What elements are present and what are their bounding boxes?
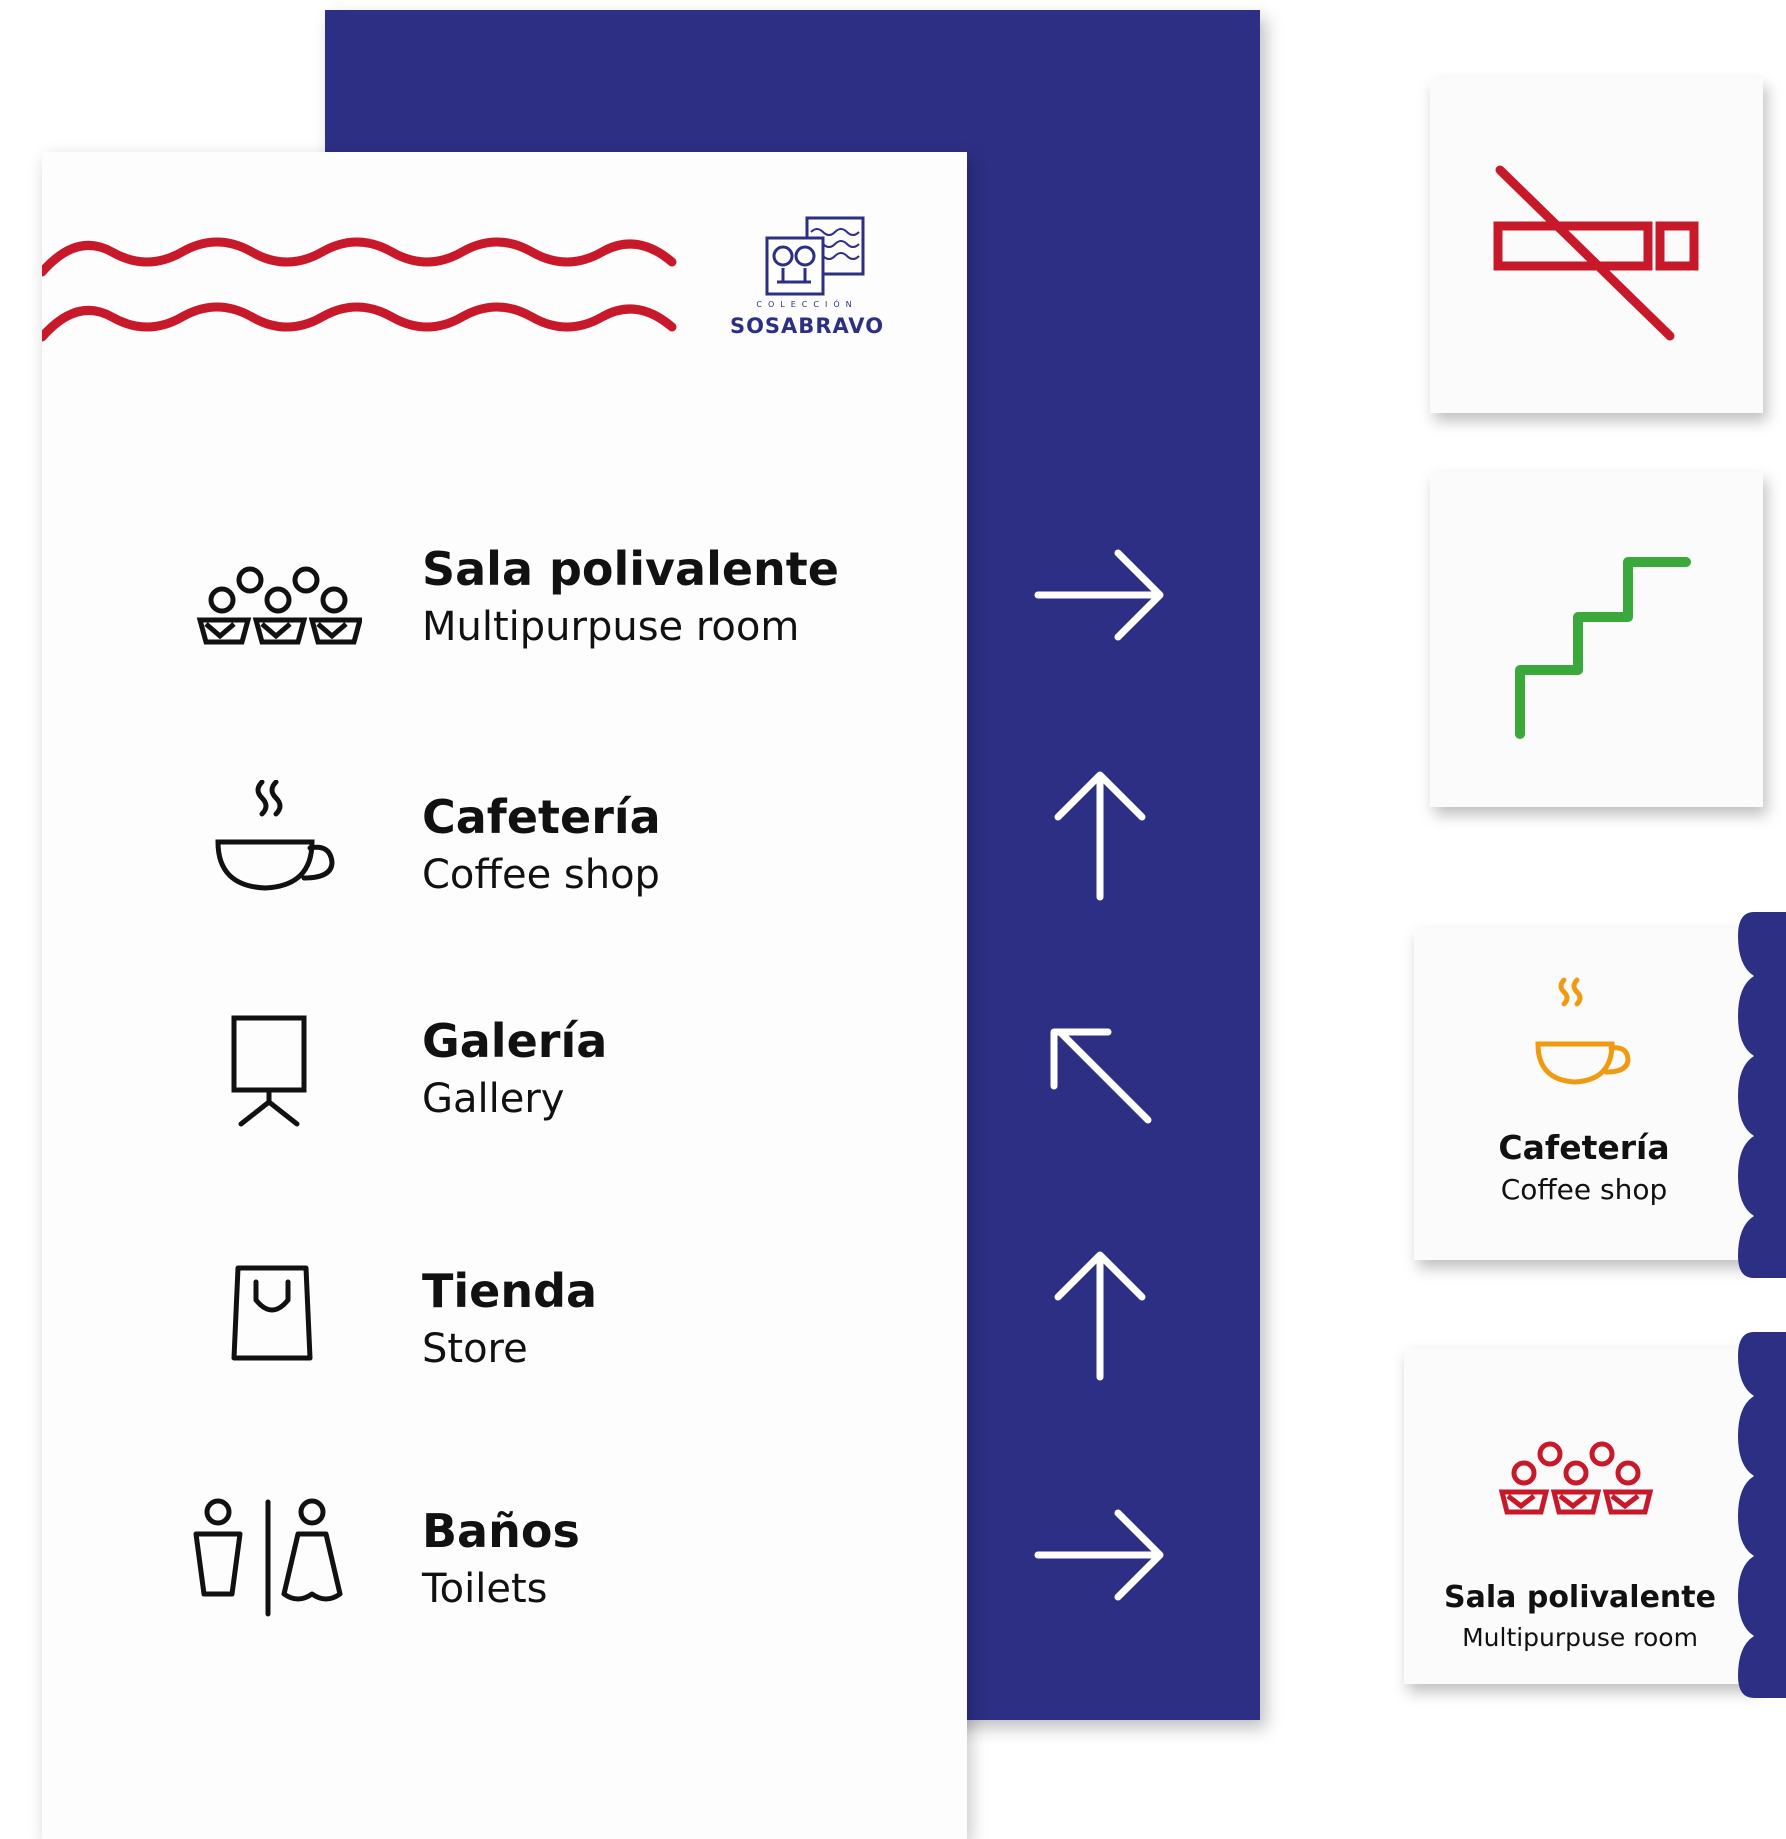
audience-icon	[1498, 1441, 1654, 1515]
no-smoking-icon	[1493, 165, 1699, 341]
audience-icon	[196, 566, 362, 645]
arrow-right-icon	[1034, 549, 1164, 641]
logo-collection-label: COLECCIÓN	[756, 300, 858, 309]
directory-row-cafeteria: Cafetería Coffee shop	[42, 780, 967, 920]
arrow-up-icon	[1054, 1251, 1146, 1381]
arrow-right-icon	[1034, 1509, 1164, 1601]
row-title: Sala polivalente	[422, 542, 839, 596]
row-title: Galería	[422, 1014, 608, 1068]
restroom-icon	[193, 1498, 343, 1617]
easel-icon	[231, 1015, 307, 1127]
red-waves-decoration	[42, 237, 677, 342]
no-smoking-sign	[1430, 78, 1763, 413]
sosabravo-logo: COLECCIÓN SOSABRAVO	[727, 210, 957, 350]
sala-polivalente-sign: Sala polivalente Multipurpuse room	[1404, 1348, 1756, 1684]
arrow-up-left-icon	[1050, 1028, 1152, 1124]
row-subtitle: Gallery	[422, 1076, 565, 1122]
cafeteria-sign: Cafetería Coffee shop	[1414, 928, 1754, 1260]
row-title: Cafetería	[422, 790, 661, 844]
signage-mockup: COLECCIÓN SOSABRAVO Sala polivalente Mul…	[0, 0, 1786, 1839]
tile-title: Cafetería	[1498, 1128, 1670, 1167]
tile-title: Sala polivalente	[1444, 1580, 1716, 1615]
row-subtitle: Multipurpuse room	[422, 604, 800, 650]
stairs-icon	[1515, 557, 1691, 739]
logo-mark-icon	[765, 216, 865, 296]
directory-row-banos: Baños Toilets	[42, 1494, 967, 1634]
coffee-cup-icon	[215, 780, 335, 891]
navy-scallop-edge	[1738, 1332, 1786, 1698]
directory-row-tienda: Tienda Store	[42, 1254, 967, 1394]
main-directory-sign: COLECCIÓN SOSABRAVO Sala polivalente Mul…	[42, 152, 967, 1839]
tile-subtitle: Multipurpuse room	[1462, 1623, 1698, 1652]
shopping-bag-icon	[231, 1265, 313, 1361]
coffee-cup-icon	[1535, 977, 1631, 1085]
row-title: Tienda	[422, 1264, 598, 1318]
row-title: Baños	[422, 1504, 580, 1558]
row-subtitle: Store	[422, 1326, 528, 1372]
logo-brand-name: SOSABRAVO	[729, 314, 885, 338]
stairs-sign	[1430, 472, 1763, 807]
directory-row-galeria: Galería Gallery	[42, 1004, 967, 1144]
arrow-up-icon	[1054, 771, 1146, 901]
tile-subtitle: Coffee shop	[1500, 1173, 1668, 1206]
row-subtitle: Coffee shop	[422, 852, 660, 898]
navy-scallop-edge	[1738, 912, 1786, 1278]
row-subtitle: Toilets	[422, 1566, 548, 1612]
directory-row-sala: Sala polivalente Multipurpuse room	[42, 532, 967, 672]
